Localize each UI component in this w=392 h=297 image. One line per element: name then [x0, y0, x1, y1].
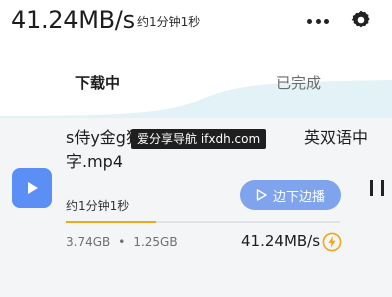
total-size: 1.25GB — [133, 235, 178, 249]
play-outline-icon — [256, 189, 267, 201]
stream-play-label: 边下边播 — [272, 189, 325, 205]
progress-fill — [66, 221, 157, 223]
size-separator: • — [118, 235, 126, 249]
top-bar: 41.24MB/s 约1分钟1秒 下载中 已完成 — [0, 0, 392, 118]
stream-play-button[interactable]: 边下边播 — [240, 180, 341, 210]
total-eta: 约1分钟1秒 — [137, 15, 201, 29]
total-speed: 41.24MB/s — [11, 6, 135, 34]
tab-indicator-wave — [0, 80, 392, 118]
download-task-card[interactable]: s侍y金g狠 英双语中 字.mp4 爱分享导航 ifxdh.com 约1分钟1秒 … — [0, 118, 392, 297]
tab-downloading[interactable]: 下载中 — [75, 72, 120, 93]
video-file-icon — [12, 168, 52, 208]
task-speed: 41.24MB/s — [241, 232, 321, 250]
pause-icon[interactable] — [370, 180, 384, 196]
gear-icon[interactable] — [350, 9, 372, 31]
file-name-line1-tail: 英双语中 — [303, 128, 368, 147]
bolt-icon[interactable] — [322, 232, 342, 252]
size-info: 3.74GB • 1.25GB — [66, 235, 178, 249]
task-eta: 约1分钟1秒 — [66, 199, 130, 213]
video-play-icon — [28, 182, 38, 194]
file-name-line2: 字.mp4 — [66, 152, 124, 171]
progress-bar — [66, 221, 340, 223]
watermark-overlay: 爱分享导航 ifxdh.com — [131, 129, 267, 149]
downloaded-size: 3.74GB — [66, 235, 111, 249]
more-icon[interactable] — [307, 14, 329, 28]
tab-completed[interactable]: 已完成 — [276, 72, 321, 93]
